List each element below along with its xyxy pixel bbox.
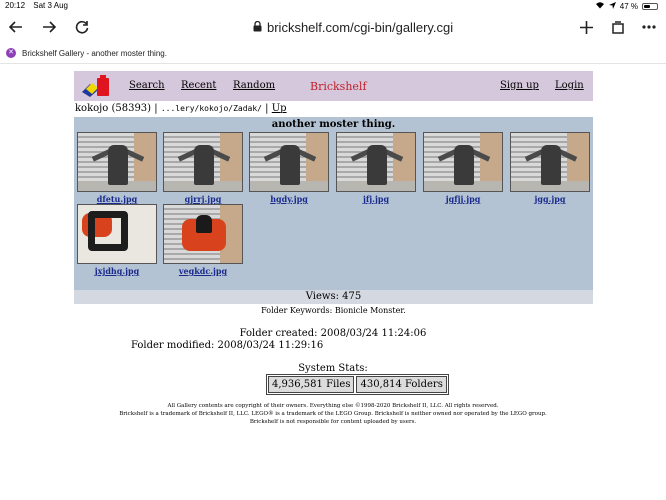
thumbnail-caption[interactable]: hgdy.jpg — [249, 194, 329, 204]
thumbnail[interactable]: gjrrj.jpg — [163, 132, 243, 204]
thumbnail-image[interactable] — [336, 132, 416, 192]
nav-signup-link[interactable]: Sign up — [500, 80, 539, 91]
folder-created: Folder created: 2008/03/24 11:24:06 — [239, 328, 427, 339]
nav-login-link[interactable]: Login — [555, 80, 584, 91]
nav-search-link[interactable]: Search — [129, 80, 165, 91]
page-footer: All Gallery contents are copyright of th… — [0, 402, 666, 426]
thumbnail[interactable]: hgdy.jpg — [249, 132, 329, 204]
breadcrumb-user: kokojo (58393) — [75, 103, 152, 114]
tab-strip: ✕ Brickshelf Gallery - another moster th… — [0, 44, 666, 64]
status-date: Sat 3 Aug — [33, 1, 68, 10]
battery-percent: 47 % — [619, 1, 638, 11]
folder-keywords: Folder Keywords: Bionicle Monster. — [261, 306, 406, 315]
tab-current[interactable]: ✕ Brickshelf Gallery - another moster th… — [6, 48, 167, 58]
url-text[interactable]: brickshelf.com/cgi-bin/gallery.cgi — [267, 20, 453, 35]
site-brand: Brickshelf — [310, 80, 367, 93]
brickshelf-logo-icon[interactable] — [80, 74, 112, 98]
thumbnail-image[interactable] — [423, 132, 503, 192]
stats-files: 4,936,581 Files — [268, 376, 355, 393]
folder-modified: Folder modified: 2008/03/24 11:29:16 — [131, 340, 324, 351]
thumbnail-image[interactable] — [163, 204, 243, 264]
web-page: Search Recent Random Brickshelf Sign up … — [0, 66, 666, 500]
breadcrumb-separator: | — [154, 103, 158, 114]
thumbnail[interactable]: jgg.jpg — [510, 132, 590, 204]
thumbnail-caption[interactable]: jfj.jpg — [336, 194, 416, 204]
breadcrumb-separator: | — [265, 103, 269, 114]
breadcrumb: kokojo (58393) | ...lery/kokojo/Zadak/ |… — [75, 103, 287, 114]
reload-icon[interactable] — [71, 16, 93, 38]
breadcrumb-path: ...lery/kokojo/Zadak/ — [160, 104, 262, 113]
thumbnail-caption[interactable]: vegkdc.jpg — [163, 266, 243, 276]
thumbnail-caption[interactable]: jxjdhg.jpg — [77, 266, 157, 276]
thumbnail[interactable]: vegkdc.jpg — [163, 204, 243, 276]
wifi-icon — [595, 1, 605, 11]
more-icon[interactable] — [638, 16, 660, 38]
tab-title[interactable]: Brickshelf Gallery - another moster thin… — [22, 49, 167, 58]
breadcrumb-up-link[interactable]: Up — [272, 103, 287, 114]
views-count: Views: 475 — [74, 290, 593, 304]
thumbnail-caption[interactable]: gjrrj.jpg — [163, 194, 243, 204]
browser-toolbar: brickshelf.com/cgi-bin/gallery.cgi — [0, 12, 666, 42]
status-time: 20:12 — [5, 1, 26, 10]
stats-folders: 430,814 Folders — [356, 376, 447, 393]
nav-random-link[interactable]: Random — [233, 80, 275, 91]
footer-copyright: All Gallery contents are copyright of th… — [167, 403, 499, 409]
site-nav: Search Recent Random Brickshelf Sign up … — [74, 71, 593, 101]
forward-arrow-icon[interactable] — [38, 16, 60, 38]
location-icon — [608, 1, 616, 11]
thumbnail[interactable]: jgfjj.jpg — [423, 132, 503, 204]
gallery-title: another moster thing. — [271, 119, 396, 130]
thumbnail[interactable]: dfetu.jpg — [77, 132, 157, 204]
tabs-icon[interactable] — [607, 16, 629, 38]
system-stats-title: System Stats: — [298, 363, 368, 374]
footer-disclaimer: Brickshelf is not responsible for conten… — [249, 419, 417, 425]
address-bar[interactable]: brickshelf.com/cgi-bin/gallery.cgi — [253, 19, 453, 35]
status-bar: 20:12 Sat 3 Aug 47 % — [0, 0, 666, 12]
thumbnail[interactable]: jxjdhg.jpg — [77, 204, 157, 276]
thumbnail-image[interactable] — [77, 132, 157, 192]
back-arrow-icon[interactable] — [5, 16, 27, 38]
thumbnail[interactable]: jfj.jpg — [336, 132, 416, 204]
system-stats-table: 4,936,581 Files 430,814 Folders — [266, 374, 449, 395]
close-tab-icon[interactable]: ✕ — [6, 48, 16, 58]
lock-icon — [253, 20, 262, 35]
thumbnail-image[interactable] — [163, 132, 243, 192]
thumbnail-caption[interactable]: jgfjj.jpg — [423, 194, 503, 204]
nav-recent-link[interactable]: Recent — [181, 80, 216, 91]
thumbnail-image[interactable] — [510, 132, 590, 192]
thumbnail-image[interactable] — [77, 204, 157, 264]
gallery-panel: another moster thing. dfetu.jpg gjrrj.jp… — [74, 117, 593, 290]
footer-trademark: Brickshelf is a trademark of Brickshelf … — [119, 411, 547, 417]
thumbnail-caption[interactable]: jgg.jpg — [510, 194, 590, 204]
thumbnail-image[interactable] — [249, 132, 329, 192]
battery-icon — [642, 2, 658, 10]
thumbnail-caption[interactable]: dfetu.jpg — [77, 194, 157, 204]
plus-icon[interactable] — [575, 16, 597, 38]
